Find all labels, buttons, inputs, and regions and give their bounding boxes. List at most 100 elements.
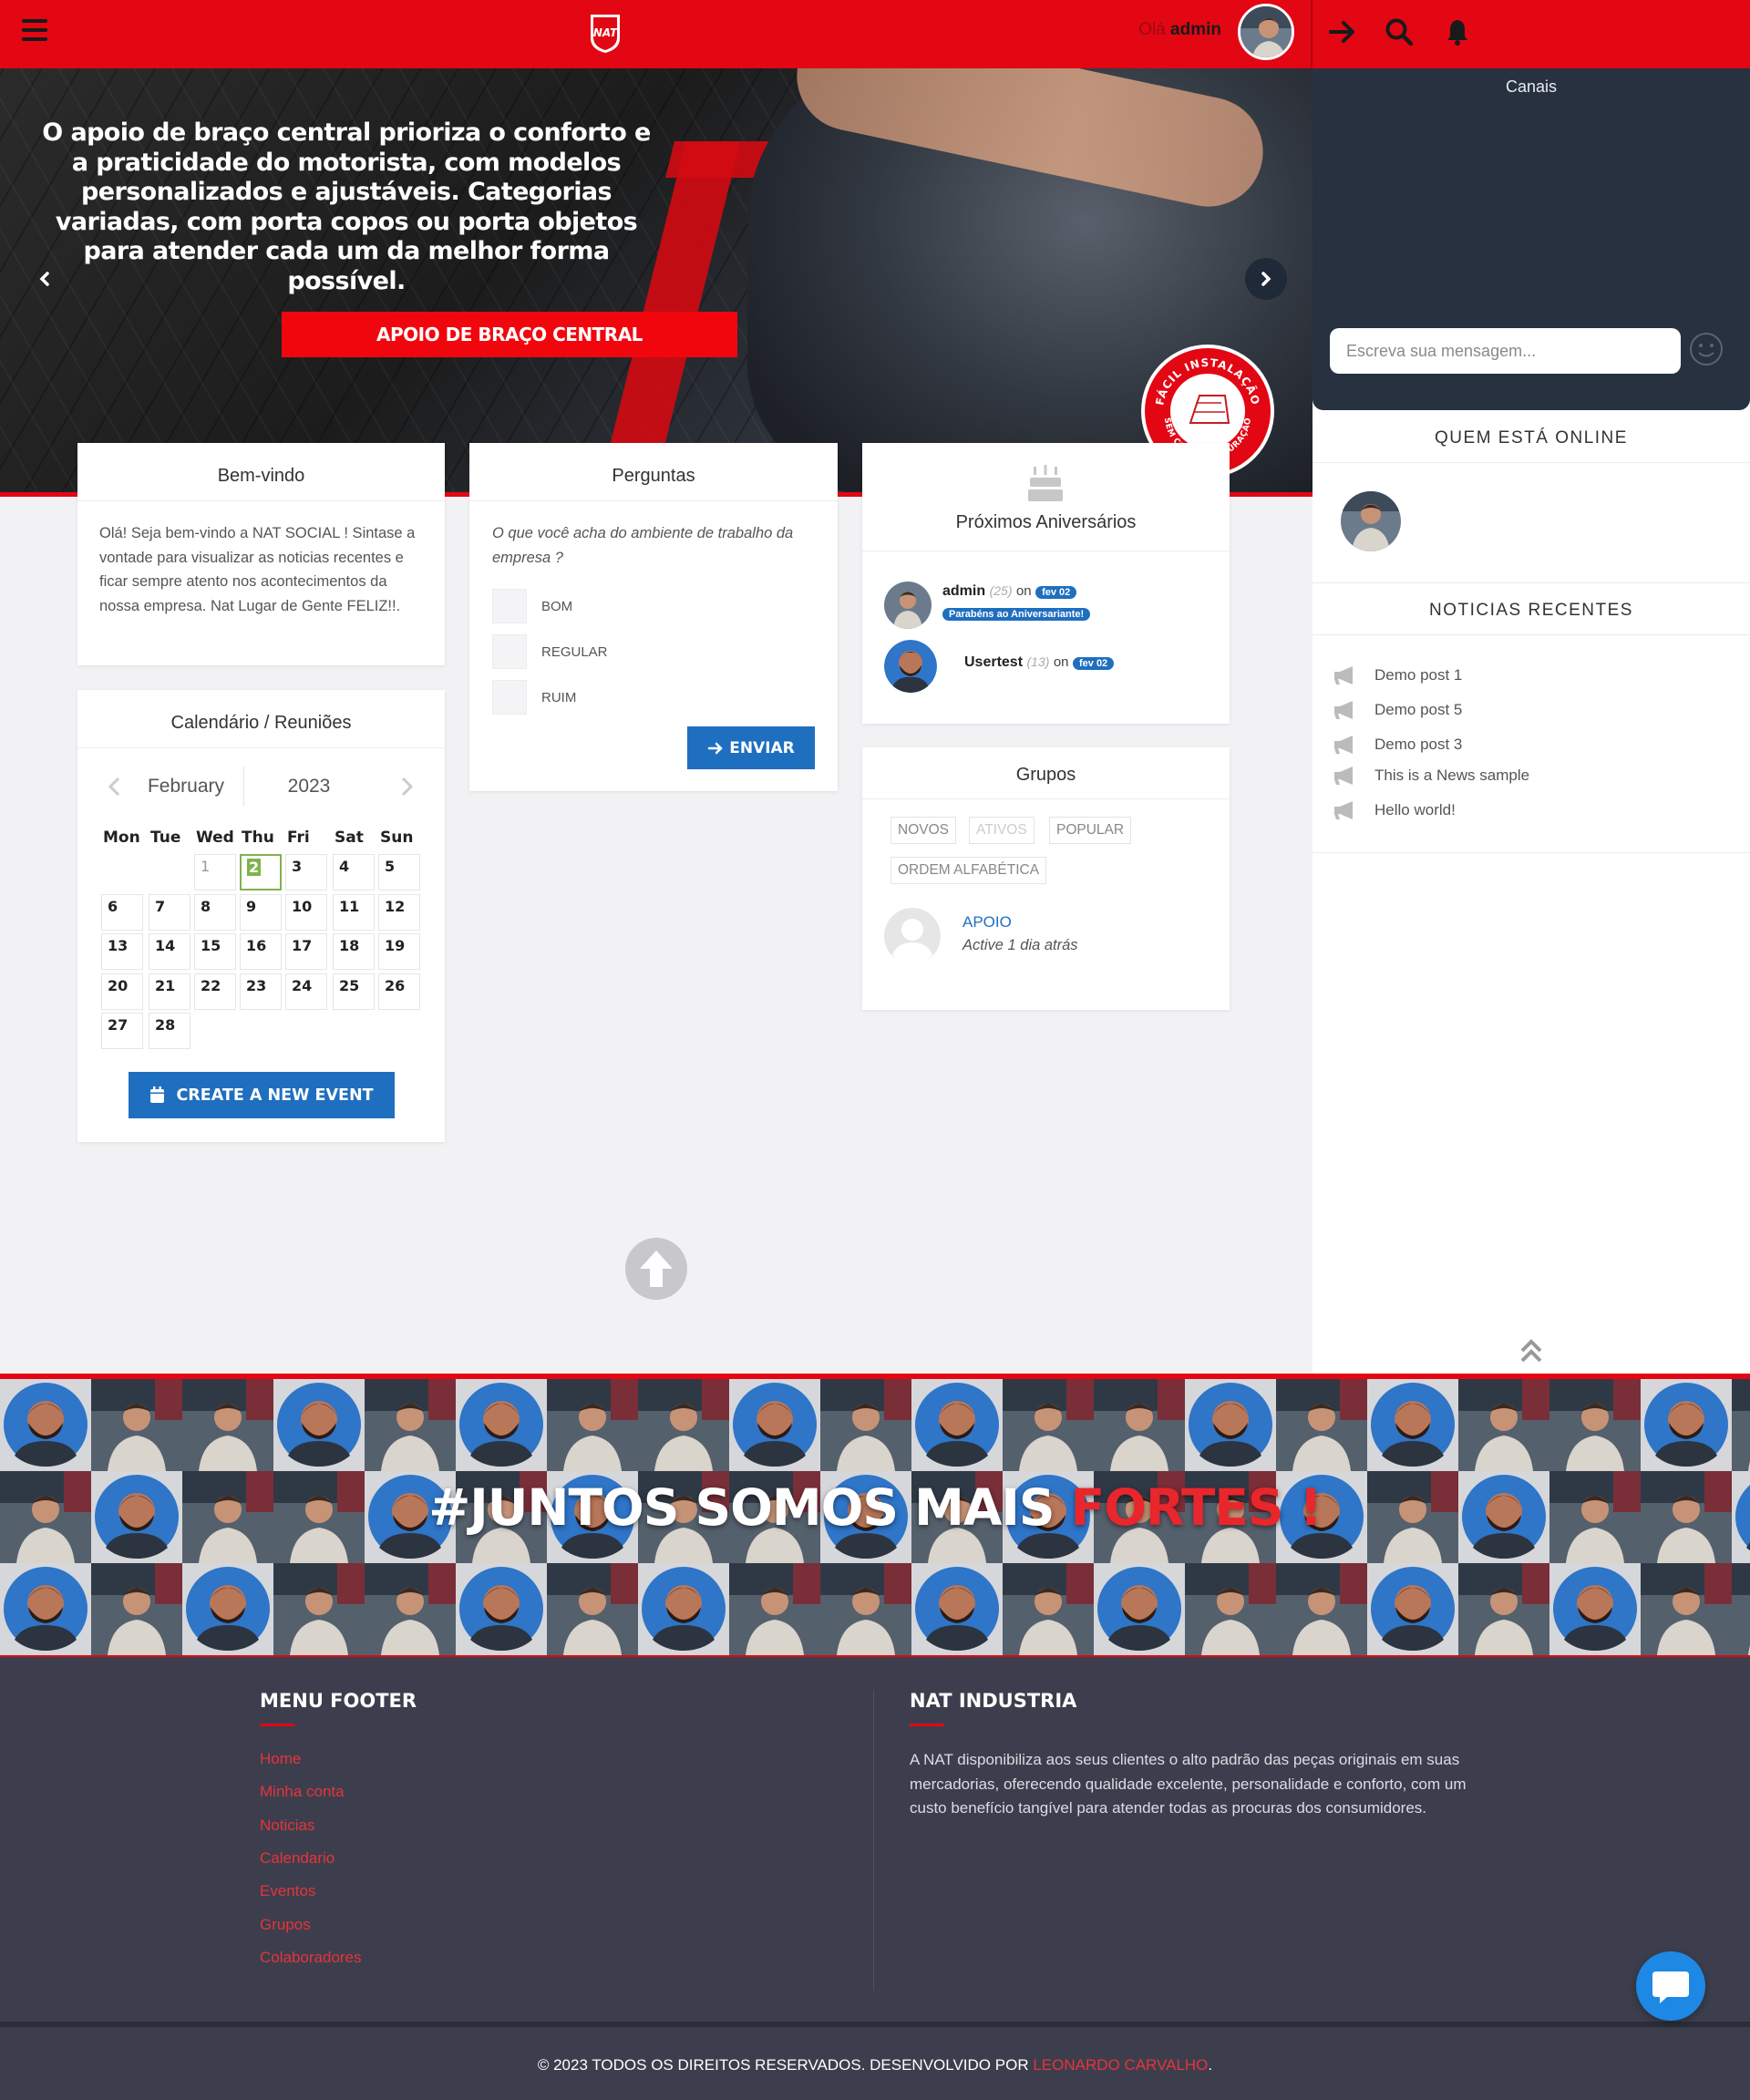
option-regular[interactable]: REGULAR [492, 629, 811, 674]
footer-link-groups[interactable]: Grupos [260, 1916, 311, 1934]
weekday-label: Fri [287, 829, 310, 847]
chat-launcher-button[interactable] [1636, 1951, 1705, 2021]
smiley-icon[interactable] [1688, 331, 1724, 367]
calendar-day[interactable]: 10 [285, 893, 327, 931]
calendar-day[interactable]: 13 [101, 933, 143, 970]
calendar-day[interactable]: 24 [285, 973, 327, 1010]
footer-divider [873, 1690, 874, 1991]
calendar-day[interactable]: 20 [101, 973, 143, 1010]
news-item[interactable]: Hello world! [1333, 797, 1456, 824]
calendar-day-number: 19 [385, 937, 406, 954]
user-avatar[interactable] [1238, 4, 1294, 60]
calendar-day-today[interactable]: 2 [240, 854, 282, 890]
team-photo-tile [1458, 1379, 1549, 1471]
calendar-day[interactable]: 7 [149, 893, 190, 931]
groups-filter-new[interactable]: NOVOS [890, 817, 956, 844]
team-photo-tile [1732, 1379, 1750, 1471]
weekday-label: Tue [150, 829, 181, 847]
option-checkbox[interactable] [492, 589, 527, 623]
calendar-day[interactable]: 27 [101, 1013, 143, 1049]
calendar-day[interactable]: 19 [378, 933, 420, 970]
calendar-day[interactable]: 17 [285, 933, 327, 970]
calendar-day[interactable]: 9 [240, 893, 282, 931]
chevron-left-icon[interactable] [105, 776, 125, 798]
author-link[interactable]: LEONARDO CARVALHO [1033, 2056, 1208, 2074]
chat-bubble-icon [1652, 1971, 1689, 2003]
group-name[interactable]: APOIO [962, 913, 1012, 932]
chevron-right-icon[interactable] [396, 776, 417, 798]
option-checkbox[interactable] [492, 634, 527, 669]
calendar-day[interactable]: 15 [194, 933, 236, 970]
news-item[interactable]: Demo post 1 [1333, 662, 1462, 689]
groups-filter-active[interactable]: ATIVOS [969, 817, 1035, 844]
group-item[interactable]: APOIO Active 1 dia atrás [884, 908, 1212, 964]
calendar-day[interactable]: 23 [240, 973, 282, 1010]
footer-link-collaborators[interactable]: Colaboradores [260, 1949, 362, 1967]
online-user-avatar[interactable] [1341, 491, 1401, 551]
calendar-day[interactable]: 5 [378, 854, 420, 890]
calendar-year-select[interactable]: 2023 [245, 767, 373, 807]
calendar-day[interactable]: 12 [378, 893, 420, 931]
chat-title: Canais [1505, 77, 1558, 96]
calendar-day[interactable]: 11 [333, 893, 375, 931]
banner-slogan-red: FORTES ! [1070, 1478, 1323, 1537]
calendar-day[interactable]: 21 [149, 973, 190, 1010]
birthday-item[interactable]: Usertest (13) on fev 02 [884, 640, 1212, 693]
footer: MENU FOOTER Home Minha conta Noticias Ca… [0, 1657, 1750, 2022]
hero-cta-button[interactable]: APOIO DE BRAÇO CENTRAL [282, 312, 737, 357]
calendar-day-number: 10 [292, 897, 313, 915]
calendar-day[interactable]: 6 [101, 893, 143, 931]
team-avatar-tile [0, 1563, 91, 1655]
option-ruim[interactable]: RUIM [492, 674, 811, 720]
team-photo-tile [365, 1379, 456, 1471]
nat-logo[interactable]: NAT [587, 11, 623, 55]
footer-link-calendar[interactable]: Calendario [260, 1849, 335, 1868]
scroll-top-button[interactable] [625, 1238, 687, 1300]
option-bom[interactable]: BOM [492, 583, 811, 629]
calendar-day[interactable]: 22 [194, 973, 236, 1010]
menu-icon[interactable] [22, 19, 47, 41]
create-event-button[interactable]: CREATE A NEW EVENT [129, 1072, 395, 1118]
calendar-day[interactable]: 25 [333, 973, 375, 1010]
calendar-day[interactable]: 16 [240, 933, 282, 970]
calendar-day[interactable]: 4 [333, 854, 375, 890]
calendar-day[interactable]: 14 [149, 933, 190, 970]
chat-message-input[interactable] [1330, 328, 1681, 374]
calendar-month-select[interactable]: February [129, 767, 244, 807]
news-item[interactable]: Demo post 5 [1333, 696, 1462, 724]
birthday-item[interactable]: admin (25) on fev 02 Parabéns ao Anivers… [884, 582, 1212, 633]
calendar-day[interactable]: 28 [149, 1013, 190, 1049]
calendar-icon [150, 1086, 165, 1103]
footer-link-news[interactable]: Noticias [260, 1817, 314, 1835]
groups-filter-popular[interactable]: POPULAR [1049, 817, 1132, 844]
login-arrow-icon[interactable] [1327, 16, 1358, 47]
footer-link-events[interactable]: Eventos [260, 1882, 315, 1900]
calendar-day[interactable]: 8 [194, 893, 236, 931]
chevron-right-icon[interactable] [1245, 258, 1287, 300]
search-icon[interactable] [1384, 16, 1415, 47]
bell-icon[interactable] [1442, 16, 1473, 47]
team-photo-tile [820, 1563, 911, 1655]
option-checkbox[interactable] [492, 680, 527, 715]
team-avatar-tile [1185, 1379, 1276, 1471]
calendar-day[interactable]: 1 [194, 854, 236, 890]
sidebar-divider [1312, 582, 1750, 583]
calendar-day[interactable]: 3 [285, 854, 327, 890]
double-chevron-up-icon[interactable] [1518, 1337, 1545, 1364]
calendar-title: Calendário / Reuniões [77, 690, 445, 748]
footer-link-home[interactable]: Home [260, 1750, 301, 1768]
calendar-day[interactable]: 18 [333, 933, 375, 970]
team-avatar-tile [729, 1379, 820, 1471]
footer-link-account[interactable]: Minha conta [260, 1783, 345, 1801]
news-item[interactable]: Demo post 3 [1333, 731, 1462, 758]
groups-filter-alphabetical[interactable]: ORDEM ALFABÉTICA [890, 857, 1047, 884]
group-avatar [884, 908, 941, 964]
team-avatar-tile [182, 1563, 273, 1655]
calendar-day[interactable]: 26 [378, 973, 420, 1010]
calendar-day-number: 15 [201, 937, 221, 954]
news-title-text: Demo post 1 [1374, 666, 1463, 684]
chevron-left-icon[interactable] [24, 258, 66, 300]
submit-answer-button[interactable]: ENVIAR [687, 726, 815, 769]
news-item[interactable]: This is a News sample [1333, 762, 1529, 789]
arrow-right-icon [707, 742, 723, 754]
